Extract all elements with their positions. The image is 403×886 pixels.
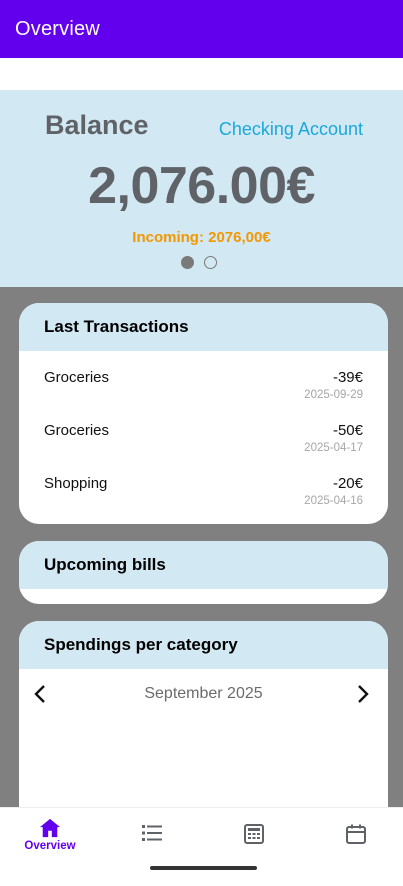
incoming-amount: Incoming: 2076,00€ xyxy=(132,229,271,246)
page-indicator[interactable] xyxy=(181,256,217,269)
card-title: Upcoming bills xyxy=(19,541,388,589)
transaction-row[interactable]: Shopping -20€ 2025-04-16 xyxy=(44,465,363,518)
balance-title: Balance xyxy=(45,110,149,140)
last-transactions-card: Last Transactions Groceries -39€ 2025-09… xyxy=(19,303,388,524)
spacer xyxy=(0,58,403,90)
nav-item-calendar[interactable] xyxy=(326,824,386,844)
transaction-date: 2025-04-17 xyxy=(304,442,363,454)
month-selector: September 2025 xyxy=(19,669,388,719)
page-dot-inactive[interactable] xyxy=(204,256,217,269)
account-name[interactable]: Checking Account xyxy=(219,119,363,140)
home-icon xyxy=(40,818,60,838)
transaction-date: 2025-09-29 xyxy=(304,389,363,401)
nav-item-overview[interactable]: Overview xyxy=(20,818,80,852)
balance-amount: 2,076.00€ xyxy=(88,157,315,215)
transaction-list: Groceries -39€ 2025-09-29 Groceries -50€… xyxy=(19,351,388,518)
nav-item-list[interactable] xyxy=(122,824,182,842)
transaction-name: Groceries xyxy=(44,369,110,386)
transaction-amount: -39€ xyxy=(332,369,363,386)
chevron-left-icon[interactable] xyxy=(29,682,53,706)
card-title: Spendings per category xyxy=(19,621,388,669)
month-label: September 2025 xyxy=(144,685,263,702)
page-dot-active[interactable] xyxy=(181,256,194,269)
balance-panel[interactable]: Balance Checking Account 2,076.00€ Incom… xyxy=(0,90,403,287)
spendings-card: Spendings per category September 2025 xyxy=(19,621,388,807)
calendar-icon xyxy=(346,824,366,844)
home-indicator[interactable] xyxy=(150,866,257,870)
nav-item-calculator[interactable] xyxy=(224,824,284,844)
app-bar: Overview xyxy=(0,0,403,58)
card-title: Last Transactions xyxy=(19,303,388,351)
bottom-navigation: Overview xyxy=(0,807,403,886)
content-area[interactable]: Last Transactions Groceries -39€ 2025-09… xyxy=(0,287,403,807)
list-icon xyxy=(142,825,162,841)
upcoming-bills-card[interactable]: Upcoming bills xyxy=(19,541,388,604)
transaction-amount: -20€ xyxy=(332,475,363,492)
transaction-amount: -50€ xyxy=(332,422,363,439)
transaction-name: Groceries xyxy=(44,422,110,439)
chevron-right-icon[interactable] xyxy=(350,682,374,706)
calculator-icon xyxy=(244,824,264,844)
transaction-row[interactable]: Groceries -39€ 2025-09-29 xyxy=(44,359,363,412)
transaction-date: 2025-04-16 xyxy=(304,495,363,507)
nav-label: Overview xyxy=(24,840,76,852)
transaction-row[interactable]: Groceries -50€ 2025-04-17 xyxy=(44,412,363,465)
page-title: Overview xyxy=(15,17,100,40)
transaction-name: Shopping xyxy=(44,475,108,492)
